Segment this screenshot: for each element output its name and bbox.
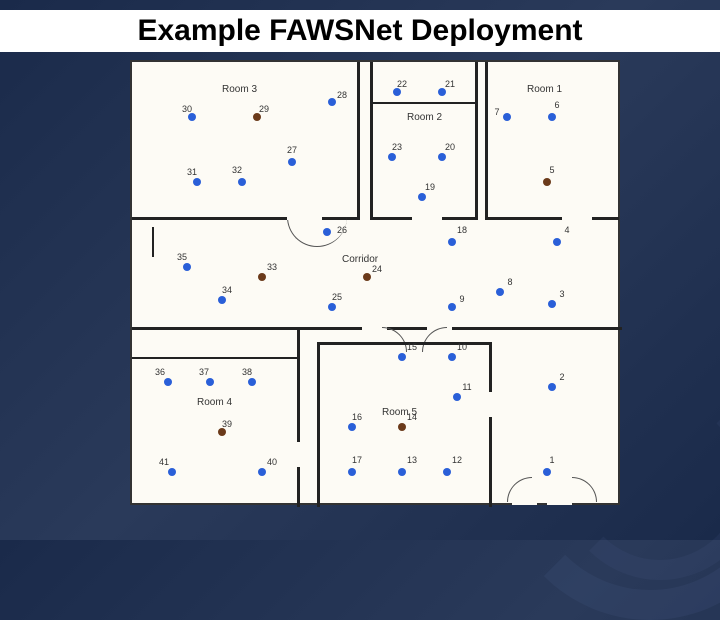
sensor-node	[218, 296, 226, 304]
sensor-node-label: 6	[554, 100, 559, 110]
sensor-node-label: 25	[332, 292, 342, 302]
sensor-node-label: 29	[259, 104, 269, 114]
sensor-node	[398, 423, 406, 431]
sensor-node-label: 39	[222, 419, 232, 429]
sensor-node	[348, 423, 356, 431]
room-label: Room 4	[197, 397, 232, 408]
sensor-node-label: 34	[222, 285, 232, 295]
sensor-node-label: 30	[182, 104, 192, 114]
sensor-node	[548, 113, 556, 121]
sensor-node-label: 7	[494, 107, 499, 117]
sensor-node-label: 9	[459, 294, 464, 304]
sensor-node	[548, 383, 556, 391]
sensor-node-label: 24	[372, 264, 382, 274]
sensor-node-label: 31	[187, 167, 197, 177]
sensor-node	[443, 468, 451, 476]
sensor-node	[388, 153, 396, 161]
sensor-node	[548, 300, 556, 308]
sensor-node-label: 36	[155, 367, 165, 377]
sensor-node	[183, 263, 191, 271]
sensor-node-label: 19	[425, 182, 435, 192]
sensor-node	[453, 393, 461, 401]
sensor-node-label: 17	[352, 455, 362, 465]
sensor-node-label: 8	[507, 277, 512, 287]
sensor-node-label: 27	[287, 145, 297, 155]
sensor-node-label: 26	[337, 225, 347, 235]
sensor-node	[448, 303, 456, 311]
sensor-node-label: 11	[462, 382, 471, 392]
room-label: Room 3	[222, 84, 257, 95]
sensor-node	[393, 88, 401, 96]
sensor-node-label: 12	[452, 455, 462, 465]
sensor-node	[323, 228, 331, 236]
room-label: Room 2	[407, 112, 442, 123]
sensor-node-label: 2	[559, 372, 564, 382]
sensor-node	[363, 273, 371, 281]
sensor-node	[328, 98, 336, 106]
sensor-node-label: 32	[232, 165, 242, 175]
sensor-node	[164, 378, 172, 386]
sensor-node	[543, 468, 551, 476]
sensor-node-label: 22	[397, 79, 407, 89]
sensor-node	[448, 238, 456, 246]
sensor-node	[218, 428, 226, 436]
sensor-node	[258, 468, 266, 476]
sensor-node	[503, 113, 511, 121]
sensor-node-label: 33	[267, 262, 277, 272]
sensor-node	[328, 303, 336, 311]
sensor-node	[193, 178, 201, 186]
sensor-node-label: 10	[457, 342, 467, 352]
sensor-node-label: 1	[549, 455, 554, 465]
sensor-node-label: 5	[549, 165, 554, 175]
sensor-node	[398, 353, 406, 361]
sensor-node	[288, 158, 296, 166]
sensor-node	[238, 178, 246, 186]
sensor-node	[348, 468, 356, 476]
sensor-node	[438, 153, 446, 161]
sensor-node-label: 14	[407, 412, 417, 422]
sensor-node-label: 3	[559, 289, 564, 299]
sensor-node-label: 23	[392, 142, 402, 152]
sensor-node	[248, 378, 256, 386]
sensor-node	[398, 468, 406, 476]
sensor-node	[543, 178, 551, 186]
sensor-node-label: 20	[445, 142, 455, 152]
sensor-node-label: 40	[267, 457, 277, 467]
sensor-node	[168, 468, 176, 476]
room-label: Room 1	[527, 84, 562, 95]
floorplan-diagram: Room 3 Room 2 Room 1 Corridor Room 4 Roo…	[130, 60, 620, 505]
sensor-node-label: 4	[564, 225, 569, 235]
sensor-node-label: 21	[445, 79, 455, 89]
sensor-node	[206, 378, 214, 386]
sensor-node	[418, 193, 426, 201]
sensor-node-label: 16	[352, 412, 362, 422]
sensor-node	[253, 113, 261, 121]
sensor-node-label: 37	[199, 367, 209, 377]
sensor-node-label: 15	[407, 342, 417, 352]
sensor-node-label: 35	[177, 252, 187, 262]
sensor-node	[496, 288, 504, 296]
sensor-node	[188, 113, 196, 121]
sensor-node	[448, 353, 456, 361]
slide-title: Example FAWSNet Deployment	[0, 10, 720, 52]
sensor-node-label: 13	[407, 455, 417, 465]
sensor-node	[438, 88, 446, 96]
sensor-node-label: 28	[337, 90, 347, 100]
sensor-node-label: 38	[242, 367, 252, 377]
sensor-node-label: 41	[159, 457, 169, 467]
sensor-node	[258, 273, 266, 281]
sensor-node-label: 18	[457, 225, 467, 235]
sensor-node	[553, 238, 561, 246]
